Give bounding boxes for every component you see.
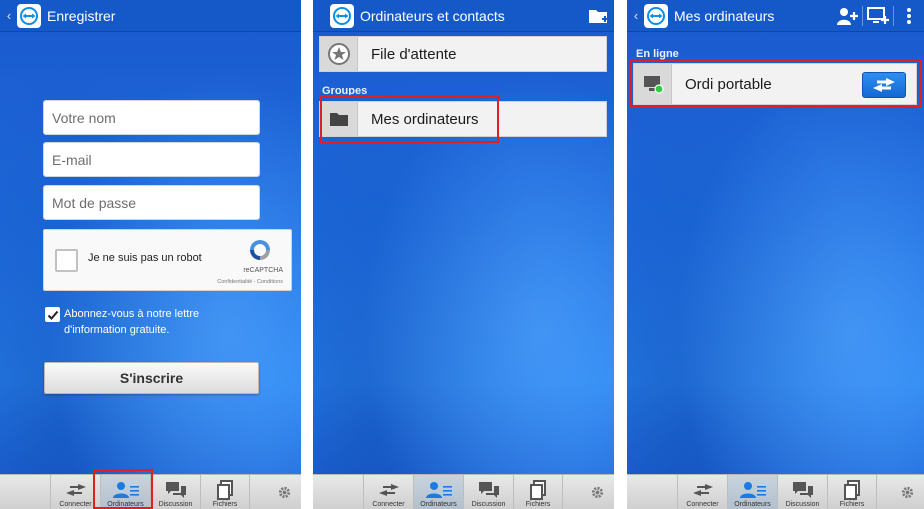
- tab-label: Ordinateurs: [420, 501, 457, 508]
- add-contact-icon[interactable]: [832, 0, 862, 32]
- monitor-icon: [634, 64, 672, 104]
- tab-label: Connecter: [686, 501, 719, 508]
- name-field[interactable]: [43, 100, 260, 135]
- back-chevron-icon[interactable]: ‹: [630, 8, 642, 23]
- chat-icon: [478, 480, 500, 500]
- tab-label: Discussion: [785, 501, 820, 508]
- tab-label: Fichiers: [212, 501, 238, 508]
- newsletter-label: Abonnez-vous à notre lettre d'informatio…: [64, 308, 200, 336]
- bottom-nav: Connecter Ordinateurs Discussion Fichier…: [0, 474, 301, 509]
- arrows-icon: [377, 480, 401, 500]
- overflow-menu-icon[interactable]: [894, 0, 924, 32]
- contacts-icon: [425, 480, 453, 500]
- queue-item[interactable]: File d'attente: [319, 36, 607, 72]
- recaptcha-widget: Je ne suis pas un robot reCAPTCHA Confid…: [43, 229, 292, 291]
- contacts-icon: [739, 480, 767, 500]
- online-header: En ligne: [636, 48, 679, 60]
- signup-button[interactable]: S'inscrire: [44, 362, 259, 394]
- files-icon: [529, 480, 547, 500]
- files-icon: [843, 480, 861, 500]
- recaptcha-checkbox[interactable]: [55, 249, 78, 272]
- password-field[interactable]: [43, 185, 260, 220]
- arrows-icon: [691, 480, 715, 500]
- computer-item-laptop[interactable]: Ordi portable: [633, 63, 917, 105]
- tab-chat[interactable]: Discussion: [463, 475, 513, 509]
- chat-icon: [792, 480, 814, 500]
- folder-icon: [320, 102, 358, 136]
- page-title: Mes ordinateurs: [674, 7, 775, 24]
- group-item-my-computers[interactable]: Mes ordinateurs: [319, 101, 607, 137]
- recaptcha-links[interactable]: Confidentialité - Conditions: [217, 279, 283, 285]
- computer-label: Ordi portable: [685, 75, 772, 93]
- computers-contacts-screen: ‹ Ordinateurs et contacts File d'attente…: [313, 0, 614, 509]
- action-bar: ‹ Mes ordinateurs: [627, 0, 924, 32]
- tab-connect[interactable]: Connecter: [677, 475, 727, 509]
- tab-computers[interactable]: Ordinateurs: [413, 475, 463, 509]
- tab-computers[interactable]: Ordinateurs: [100, 475, 150, 509]
- bottom-nav: Connecter Ordinateurs Discussion Fichier…: [313, 474, 614, 509]
- tab-label: Connecter: [59, 501, 92, 508]
- teamviewer-logo-icon[interactable]: [17, 3, 41, 28]
- teamviewer-logo-icon[interactable]: [330, 3, 354, 28]
- register-screen: ‹ Enregistrer Je ne suis pas un robot re…: [0, 0, 301, 509]
- connect-arrows-icon[interactable]: [862, 72, 906, 98]
- contacts-icon: [112, 480, 140, 500]
- add-computer-icon[interactable]: [863, 0, 893, 32]
- action-bar: ‹ Enregistrer: [0, 0, 301, 32]
- gear-icon[interactable]: [278, 486, 291, 499]
- recaptcha-brand: reCAPTCHA: [243, 267, 283, 274]
- tab-chat[interactable]: Discussion: [777, 475, 827, 509]
- tab-label: Fichiers: [525, 501, 551, 508]
- star-icon: [320, 37, 358, 71]
- page-title: Ordinateurs et contacts: [360, 7, 505, 24]
- add-folder-icon[interactable]: [584, 0, 614, 32]
- tab-label: Ordinateurs: [734, 501, 771, 508]
- tab-label: Discussion: [471, 501, 506, 508]
- teamviewer-logo-icon[interactable]: [644, 3, 668, 28]
- page-title: Enregistrer: [47, 7, 116, 24]
- action-bar: ‹ Ordinateurs et contacts: [313, 0, 614, 32]
- tab-chat[interactable]: Discussion: [150, 475, 200, 509]
- tab-files[interactable]: Fichiers: [200, 475, 250, 509]
- chat-icon: [165, 480, 187, 500]
- recaptcha-label: Je ne suis pas un robot: [88, 252, 202, 264]
- arrows-icon: [64, 480, 88, 500]
- group-label: Mes ordinateurs: [371, 110, 479, 128]
- recaptcha-logo-icon: [250, 240, 270, 260]
- tab-label: Connecter: [372, 501, 405, 508]
- newsletter-checkbox[interactable]: [45, 307, 60, 322]
- gear-icon[interactable]: [901, 486, 914, 499]
- email-field[interactable]: [43, 142, 260, 177]
- tab-label: Discussion: [158, 501, 193, 508]
- queue-label: File d'attente: [371, 45, 457, 63]
- tab-computers[interactable]: Ordinateurs: [727, 475, 777, 509]
- my-computers-screen: ‹ Mes ordinateurs En ligne Ordi portable: [627, 0, 924, 509]
- back-chevron-icon[interactable]: ‹: [3, 8, 15, 23]
- gear-icon[interactable]: [591, 486, 604, 499]
- bottom-nav: Connecter Ordinateurs Discussion Fichier…: [627, 474, 924, 509]
- tab-label: Fichiers: [839, 501, 865, 508]
- tab-connect[interactable]: Connecter: [50, 475, 100, 509]
- tab-connect[interactable]: Connecter: [363, 475, 413, 509]
- tab-files[interactable]: Fichiers: [827, 475, 877, 509]
- tab-label: Ordinateurs: [107, 501, 144, 508]
- files-icon: [216, 480, 234, 500]
- tab-files[interactable]: Fichiers: [513, 475, 563, 509]
- checkmark-icon: [47, 310, 58, 320]
- groups-header: Groupes: [322, 85, 368, 97]
